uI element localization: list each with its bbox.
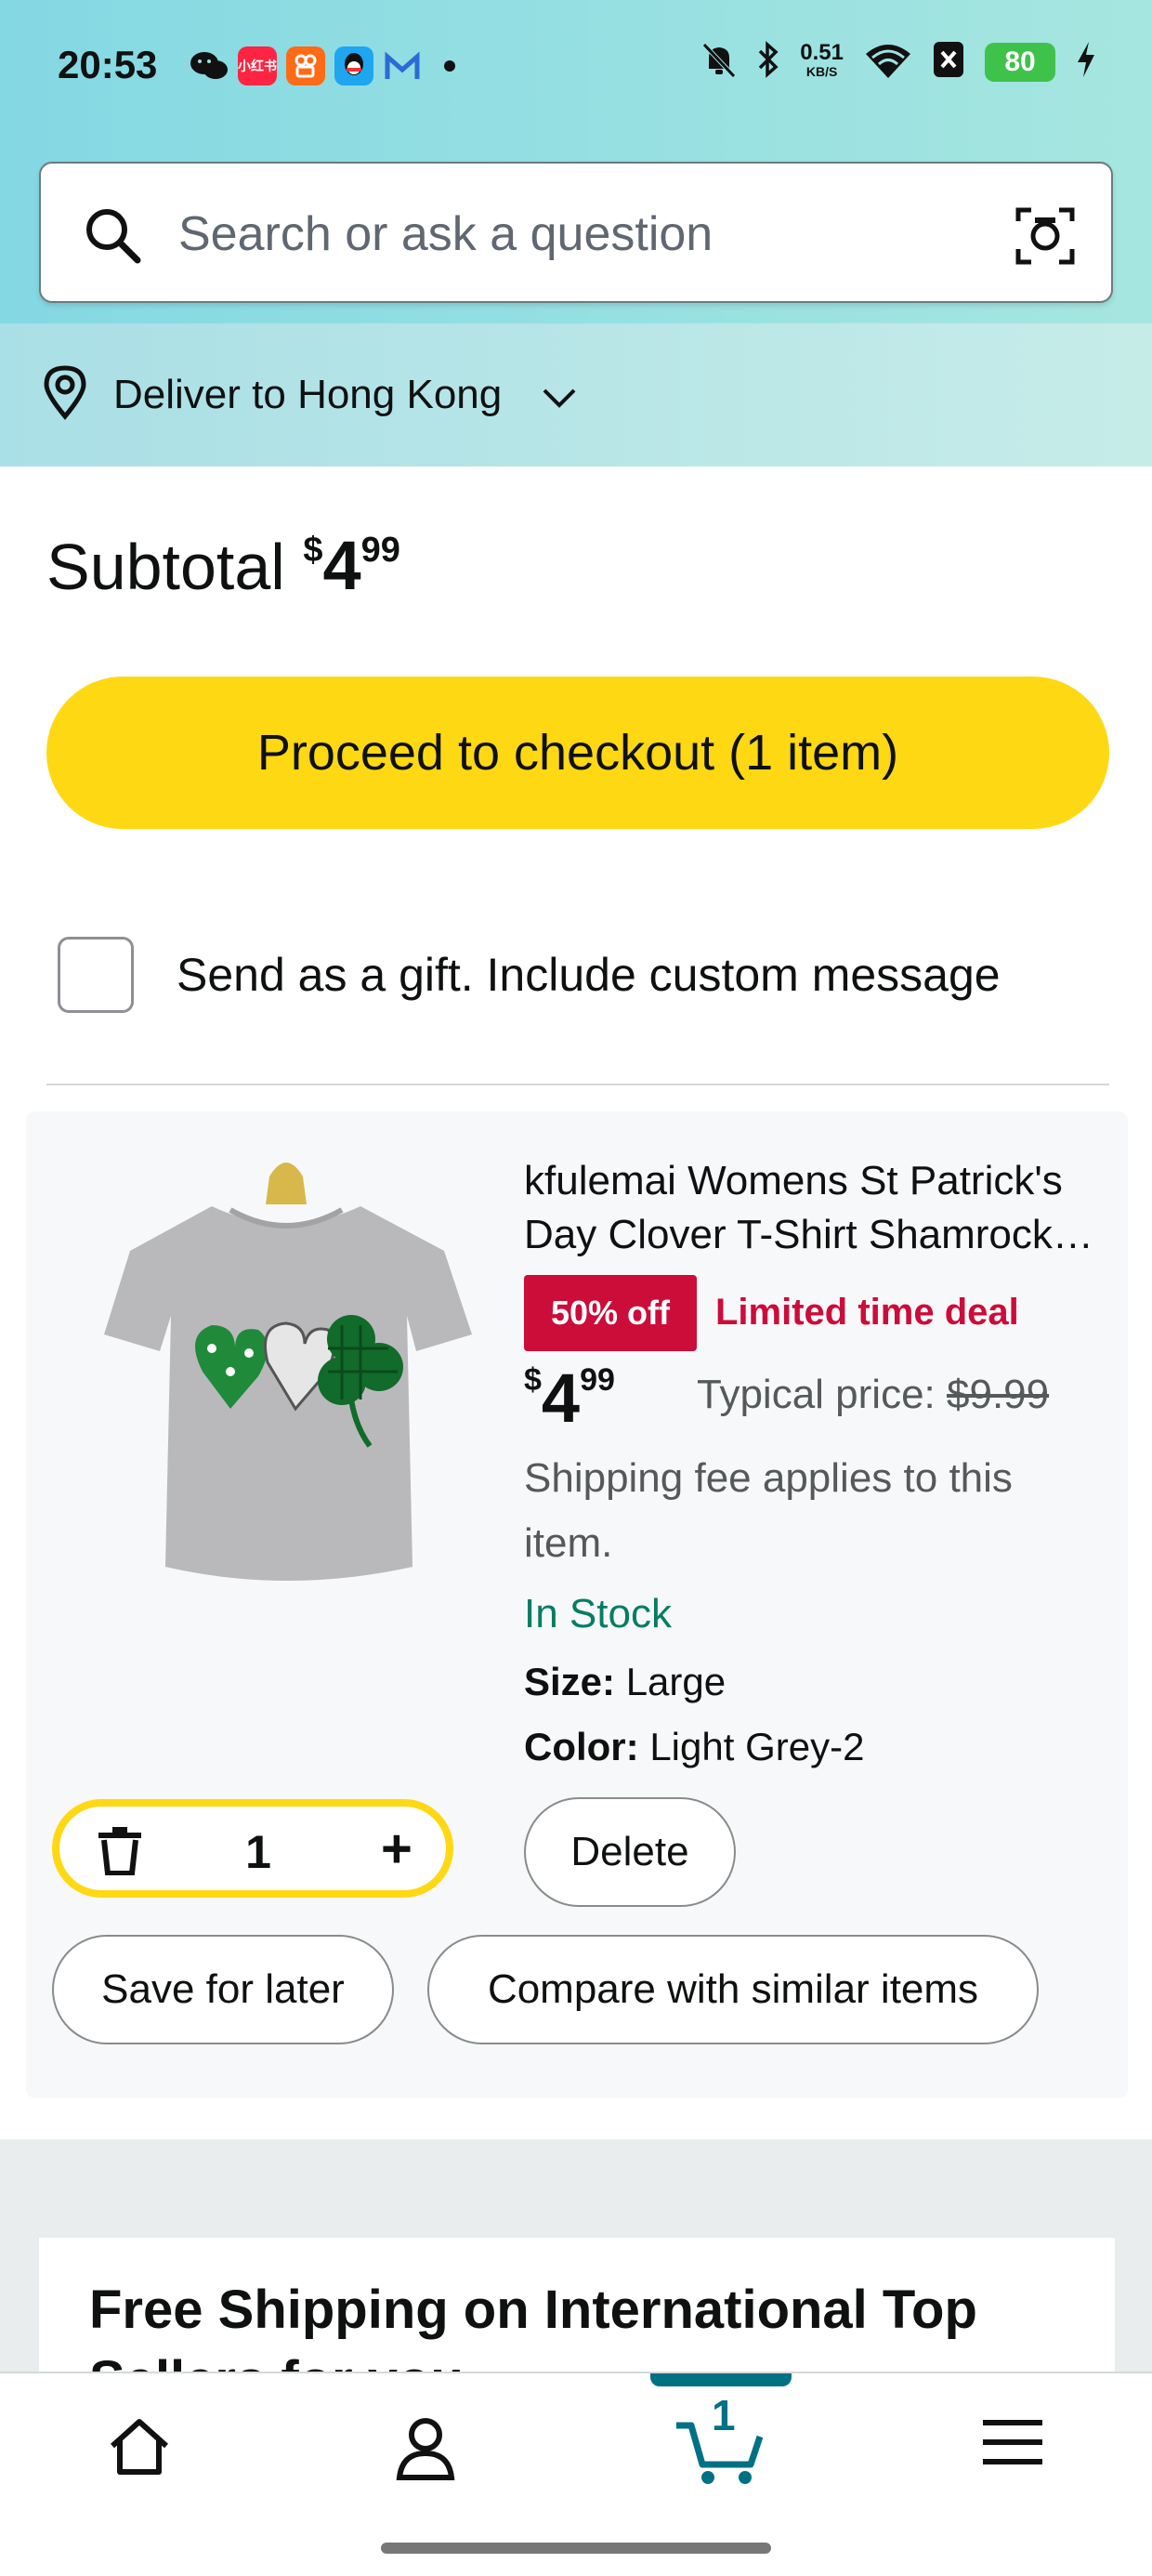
item-price: $499 [524,1359,615,1438]
product-image[interactable] [72,1149,500,1613]
divider [46,1084,1109,1085]
xiaohongshu-icon: 小红书 [238,46,277,85]
product-title[interactable]: kfulemai Womens St Patrick's Day Clover … [524,1154,1119,1262]
price-currency: $ [524,1362,542,1398]
discount-badge: 50% off [524,1275,697,1351]
search-input[interactable] [177,199,994,269]
mail-icon [383,46,422,85]
size-value: Large [625,1660,727,1703]
system-status: 0.51 KB/S 80 [701,41,1096,83]
home-icon[interactable] [84,2416,195,2509]
typical-price-label: Typical price: [697,1372,936,1417]
subtotal: Subtotal $499 [46,526,400,605]
home-indicator[interactable] [381,2543,771,2554]
menu-icon[interactable] [957,2416,1068,2509]
plus-icon[interactable]: + [381,1822,412,1876]
stock-status: In Stock [524,1591,672,1636]
cart-count-badge: 1 [712,2391,736,2439]
subtotal-cents: 99 [360,531,400,570]
header: 20:53 小红书 0.51 KB/S 80 Search or ask a q… [0,0,1152,323]
quantity-value: 1 [245,1826,271,1878]
color-spec: Color: Light Grey-2 [524,1725,864,1769]
kuaishou-icon [286,46,325,85]
color-value: Light Grey-2 [649,1725,865,1768]
gift-label: Send as a gift. Include custom message [177,949,1001,1001]
trash-icon[interactable] [97,1827,143,1880]
price-whole: 4 [541,1360,581,1437]
delete-button[interactable]: Delete [524,1797,736,1907]
save-for-later-button[interactable]: Save for later [52,1935,394,2044]
cart-item: kfulemai Womens St Patrick's Day Clover … [26,1111,1128,2098]
deliver-label: Deliver to Hong Kong [113,372,503,417]
subtotal-label: Subtotal [46,531,285,603]
camera-lens-icon[interactable] [1015,204,1076,270]
size-label: Size: [524,1660,616,1703]
subtotal-currency: $ [303,531,323,570]
status-bar: 20:53 小红书 0.51 KB/S 80 [0,0,1152,139]
active-tab-indicator [650,2373,792,2386]
charging-icon [1076,41,1096,83]
gift-checkbox[interactable] [58,937,134,1013]
price-cents: 99 [580,1362,615,1398]
location-pin-icon [41,364,89,425]
size-spec: Size: Large [524,1660,726,1704]
bluetooth-icon [757,41,779,83]
account-icon[interactable] [370,2416,481,2509]
more-notifications-dot [444,60,455,72]
mute-bell-icon [701,41,737,83]
network-speed: 0.51 KB/S [800,39,844,79]
compare-similar-button[interactable]: Compare with similar items [427,1935,1039,2044]
subtotal-whole: 4 [322,527,361,604]
color-label: Color: [524,1725,639,1768]
wechat-icon [190,46,229,85]
limited-deal-label: Limited time deal [715,1292,1019,1333]
typical-price: Typical price: $9.99 [697,1372,1049,1418]
notification-icons: 小红书 [190,46,455,85]
shipping-note: Shipping fee applies to this item. [524,1455,1013,1566]
sim-icon [933,41,964,83]
deliver-to-location[interactable]: Deliver to Hong Kong [0,323,1152,467]
search-icon[interactable] [84,206,141,269]
quantity-stepper: 1 + [52,1799,453,1898]
qq-icon [334,46,373,85]
status-time: 20:53 [58,43,158,86]
typical-price-value: $9.99 [947,1372,1050,1417]
battery-icon: 80 [985,42,1055,82]
proceed-to-checkout-button[interactable]: Proceed to checkout (1 item) [46,677,1109,829]
chevron-down-icon [541,387,578,414]
wifi-icon [864,41,912,83]
search-bar[interactable] [39,162,1113,303]
